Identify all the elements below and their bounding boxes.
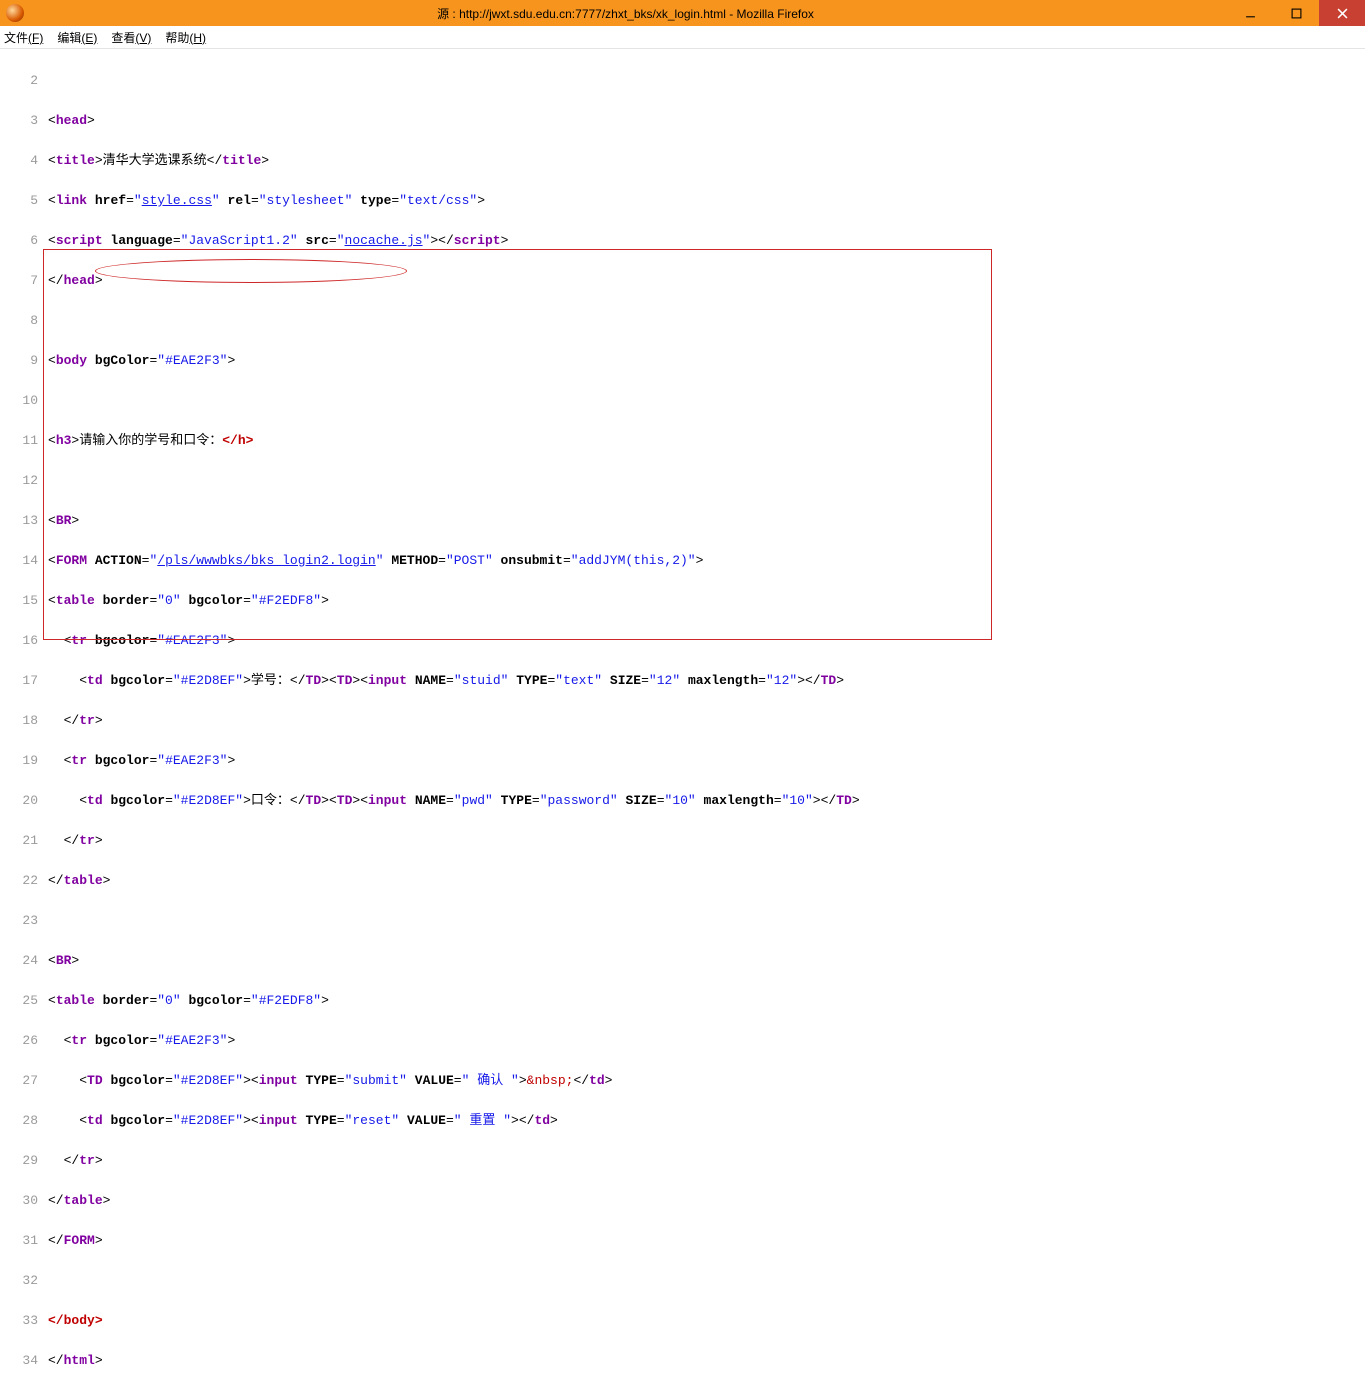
line-number: 12 xyxy=(0,471,48,491)
menu-view[interactable]: 查看(V) xyxy=(111,29,151,46)
source-view[interactable]: 2 3<head> 4<title>清华大学选课系统</title> 5<lin… xyxy=(0,49,1365,1378)
line-number: 25 xyxy=(0,991,48,1011)
line-number: 27 xyxy=(0,1071,48,1091)
line-number: 18 xyxy=(0,711,48,731)
line-number: 21 xyxy=(0,831,48,851)
line-number: 9 xyxy=(0,351,48,371)
line-number: 15 xyxy=(0,591,48,611)
line-number: 28 xyxy=(0,1111,48,1131)
close-button[interactable] xyxy=(1319,0,1365,26)
line-number: 17 xyxy=(0,671,48,691)
line-number: 30 xyxy=(0,1191,48,1211)
form-action-link[interactable]: /pls/wwwbks/bks_login2.login xyxy=(157,553,375,568)
line-number: 29 xyxy=(0,1151,48,1171)
line-number: 2 xyxy=(0,71,48,91)
nocache-js-link[interactable]: nocache.js xyxy=(345,233,423,248)
line-number: 11 xyxy=(0,431,48,451)
style-css-link[interactable]: style.css xyxy=(142,193,212,208)
line-number: 22 xyxy=(0,871,48,891)
line-number: 4 xyxy=(0,151,48,171)
maximize-button[interactable] xyxy=(1273,0,1319,26)
line-number: 10 xyxy=(0,391,48,411)
line-number: 26 xyxy=(0,1031,48,1051)
title-bar: 源 : http://jwxt.sdu.edu.cn:7777/zhxt_bks… xyxy=(0,0,1365,26)
line-number: 14 xyxy=(0,551,48,571)
line-number: 34 xyxy=(0,1351,48,1371)
line-number: 13 xyxy=(0,511,48,531)
line-number: 5 xyxy=(0,191,48,211)
window-controls xyxy=(1227,0,1365,26)
line-number: 8 xyxy=(0,311,48,331)
window-title: 源 : http://jwxt.sdu.edu.cn:7777/zhxt_bks… xyxy=(24,5,1227,22)
line-number: 20 xyxy=(0,791,48,811)
line-number: 3 xyxy=(0,111,48,131)
line-number: 31 xyxy=(0,1231,48,1251)
line-number: 6 xyxy=(0,231,48,251)
line-number: 33 xyxy=(0,1311,48,1331)
minimize-button[interactable] xyxy=(1227,0,1273,26)
line-number: 32 xyxy=(0,1271,48,1291)
menu-edit[interactable]: 编辑(E) xyxy=(57,29,97,46)
line-number: 16 xyxy=(0,631,48,651)
menu-bar: 文件(F) 编辑(E) 查看(V) 帮助(H) xyxy=(0,26,1365,49)
menu-file[interactable]: 文件(F) xyxy=(4,29,43,46)
firefox-icon xyxy=(6,4,24,22)
line-number: 19 xyxy=(0,751,48,771)
line-number: 7 xyxy=(0,271,48,291)
menu-help[interactable]: 帮助(H) xyxy=(165,29,206,46)
line-number: 23 xyxy=(0,911,48,931)
line-number: 24 xyxy=(0,951,48,971)
